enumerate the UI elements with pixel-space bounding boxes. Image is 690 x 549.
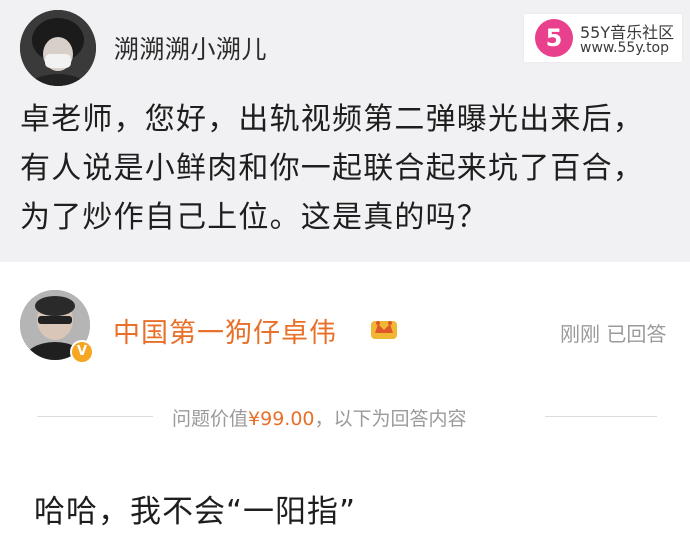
watermark: 5 55Y音乐社区 www.55y.top — [524, 14, 682, 62]
divider-right — [545, 416, 657, 417]
answer-status: 刚刚 已回答 — [560, 322, 667, 346]
question-text: 卓老师，您好，出轨视频第二弹曝光出来后，有人说是小鲜肉和你一起联合起来坑了百合，… — [20, 102, 644, 235]
value-price: ¥99.00 — [248, 408, 315, 430]
question-value: 问题价值¥99.00，以下为回答内容 — [172, 404, 467, 431]
watermark-logo-text: 5 — [546, 24, 563, 52]
watermark-url: www.55y.top — [580, 40, 670, 56]
answerer-name[interactable]: 中国第一狗仔卓伟 — [113, 311, 337, 350]
answer-text: 哈哈，我不会“一阳指” — [34, 494, 357, 530]
value-prefix: 问题价值 — [172, 408, 249, 430]
asker-avatar[interactable] — [20, 10, 96, 86]
watermark-logo-icon: 5 — [535, 19, 573, 57]
verified-badge-icon: V — [70, 340, 94, 364]
asker-name[interactable]: 溯溯溯小溯儿 — [114, 30, 267, 66]
divider-left — [37, 416, 153, 417]
crown-icon — [371, 321, 397, 339]
value-suffix: ，以下为回答内容 — [314, 408, 467, 430]
